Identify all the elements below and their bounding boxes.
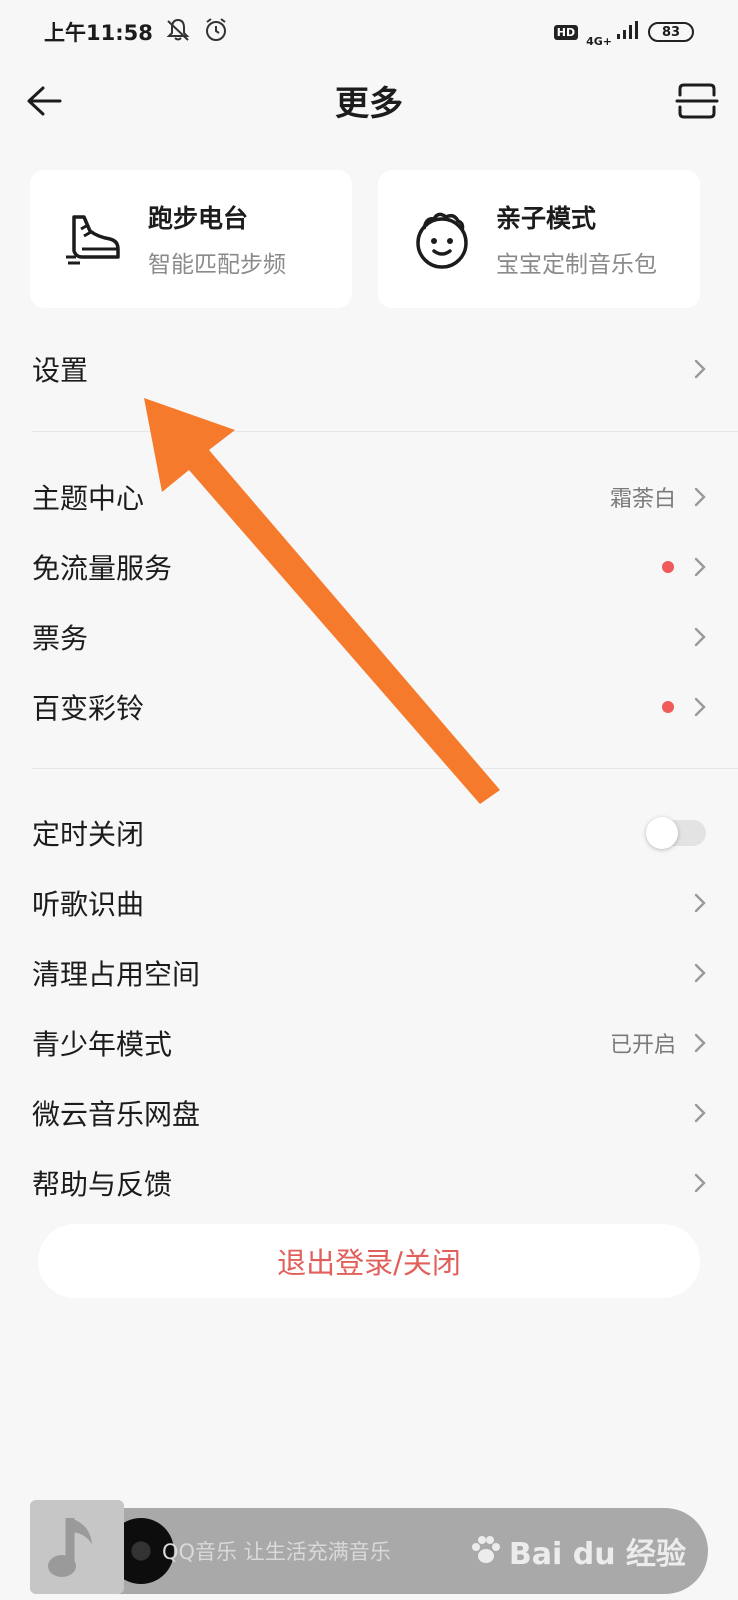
row-label: 票务 <box>32 622 89 655</box>
ringtone-row[interactable]: 百变彩铃 <box>0 672 738 742</box>
status-time: 上午11:58 <box>44 21 153 45</box>
sleep-timer-toggle[interactable] <box>646 817 706 849</box>
running-radio-card[interactable]: 跑步电台 智能匹配步频 <box>30 170 352 308</box>
chevron-right-icon <box>694 487 706 507</box>
chevron-right-icon <box>694 557 706 577</box>
logout-button[interactable]: 退出登录/关闭 <box>38 1224 700 1298</box>
chevron-right-icon <box>694 1103 706 1123</box>
row-label: 百变彩铃 <box>32 692 145 725</box>
row-label: 清理占用空间 <box>32 958 201 991</box>
card-subtitle: 宝宝定制音乐包 <box>496 252 657 278</box>
nav-bar: 更多 <box>0 64 738 136</box>
clear-storage-row[interactable]: 清理占用空间 <box>0 938 738 1008</box>
player-tagline: QQ音乐 让生活充满音乐 <box>162 1540 391 1564</box>
status-left: 上午11:58 <box>44 17 229 48</box>
notification-dot <box>662 561 674 573</box>
status-bar: 上午11:58 HD 4G+ 83 <box>0 0 738 64</box>
theme-center-row[interactable]: 主题中心 霜荼白 <box>0 462 738 532</box>
sleep-timer-row[interactable]: 定时关闭 <box>0 798 738 868</box>
row-label: 设置 <box>32 354 89 387</box>
alarm-clock-icon <box>203 17 229 48</box>
baby-face-icon <box>410 207 474 271</box>
section-divider <box>32 431 738 432</box>
free-data-service-row[interactable]: 免流量服务 <box>0 532 738 602</box>
row-label: 帮助与反馈 <box>32 1168 173 1201</box>
page-title: 更多 <box>335 83 403 124</box>
running-shoe-icon <box>62 207 126 271</box>
back-arrow-icon <box>27 86 62 116</box>
card-subtitle: 智能匹配步频 <box>148 252 286 278</box>
row-label: 听歌识曲 <box>32 888 145 921</box>
baidu-watermark: Bai du 经验 <box>469 1518 686 1584</box>
hd-badge: HD <box>553 24 579 40</box>
row-label: 主题中心 <box>32 482 145 515</box>
weiyun-music-disk-row[interactable]: 微云音乐网盘 <box>0 1078 738 1148</box>
section-divider <box>32 768 738 769</box>
chevron-right-icon <box>694 893 706 913</box>
chevron-right-icon <box>694 1173 706 1193</box>
toggle-knob <box>646 817 678 849</box>
chevron-right-icon <box>694 697 706 717</box>
parent-child-mode-card[interactable]: 亲子模式 宝宝定制音乐包 <box>378 170 700 308</box>
chevron-right-icon <box>694 359 706 379</box>
notification-dot <box>662 701 674 713</box>
battery-indicator: 83 <box>648 22 694 42</box>
back-button[interactable] <box>18 76 68 126</box>
row-label: 免流量服务 <box>32 552 173 585</box>
music-note-icon <box>48 1518 92 1577</box>
card-title: 亲子模式 <box>496 204 597 233</box>
row-value: 霜荼白 <box>609 487 676 512</box>
scan-button[interactable] <box>672 76 722 126</box>
scan-icon <box>675 83 719 119</box>
card-title: 跑步电台 <box>148 204 249 233</box>
song-recognition-row[interactable]: 听歌识曲 <box>0 868 738 938</box>
chevron-right-icon <box>694 963 706 983</box>
row-label: 青少年模式 <box>32 1028 173 1061</box>
chevron-right-icon <box>694 1033 706 1053</box>
signal-icon <box>616 20 640 44</box>
status-right: HD 4G+ 83 <box>553 17 694 48</box>
watermark-text: Bai du 经验 <box>508 1537 686 1572</box>
bell-off-icon <box>165 17 191 48</box>
album-art[interactable] <box>30 1500 124 1594</box>
paw-icon <box>471 1536 500 1563</box>
network-type: 4G+ <box>586 34 612 48</box>
row-value: 已开启 <box>609 1033 676 1058</box>
ticketing-row[interactable]: 票务 <box>0 602 738 672</box>
chevron-right-icon <box>694 627 706 647</box>
settings-row[interactable]: 设置 <box>0 332 738 406</box>
row-label: 微云音乐网盘 <box>32 1098 201 1131</box>
youth-mode-row[interactable]: 青少年模式 已开启 <box>0 1008 738 1078</box>
row-label: 定时关闭 <box>32 818 145 851</box>
mini-player[interactable]: QQ音乐 让生活充满音乐 Bai du 经验 <box>30 1500 708 1594</box>
help-feedback-row[interactable]: 帮助与反馈 <box>0 1148 738 1218</box>
